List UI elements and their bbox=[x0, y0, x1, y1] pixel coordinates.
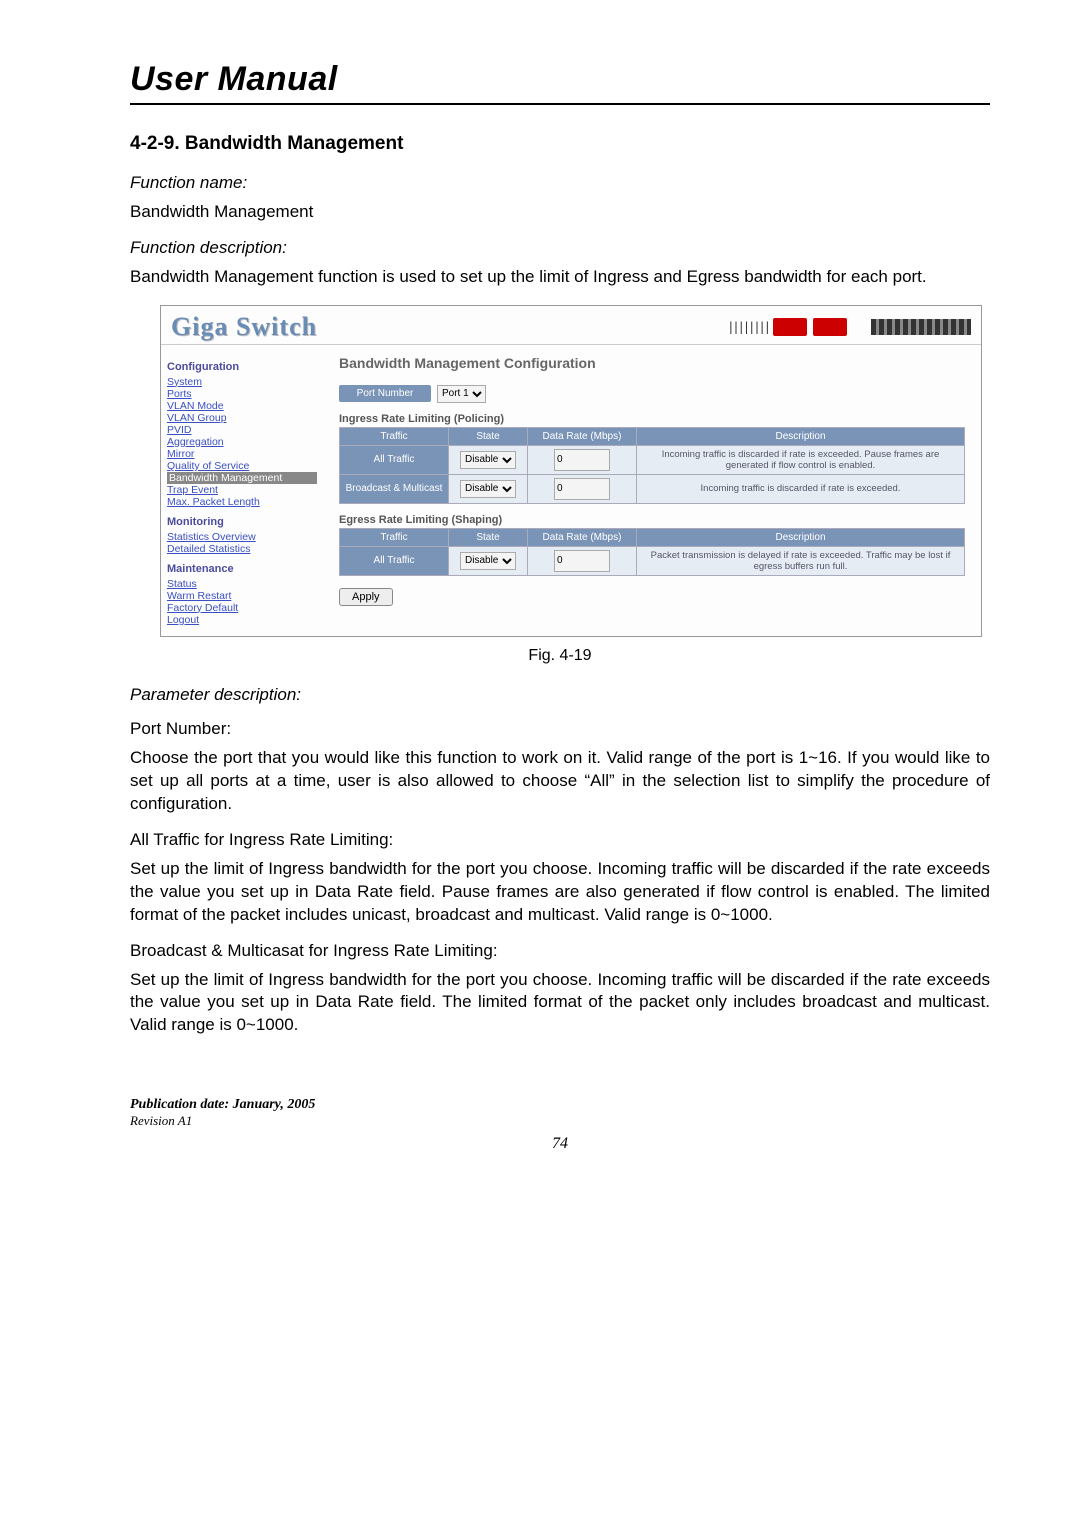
function-name-label: Function name: bbox=[130, 173, 990, 193]
sidebar-item-pvid[interactable]: PVID bbox=[167, 424, 317, 436]
param-port-number-text: Choose the port that you would like this… bbox=[130, 747, 990, 816]
sidebar: Configuration System Ports VLAN Mode VLA… bbox=[161, 345, 323, 636]
function-desc: Bandwidth Management function is used to… bbox=[130, 266, 990, 289]
row-traffic: All Traffic bbox=[340, 546, 449, 575]
row-desc: Packet transmission is delayed if rate i… bbox=[637, 546, 965, 575]
row-desc: Incoming traffic is discarded if rate is… bbox=[637, 445, 965, 474]
param-desc-label: Parameter description: bbox=[130, 685, 990, 705]
th-traffic: Traffic bbox=[340, 528, 449, 546]
apply-button[interactable]: Apply bbox=[339, 588, 393, 606]
param-ingress-all-label: All Traffic for Ingress Rate Limiting: bbox=[130, 830, 990, 850]
sidebar-item-qos[interactable]: Quality of Service bbox=[167, 460, 317, 472]
sidebar-item-stats-overview[interactable]: Statistics Overview bbox=[167, 531, 317, 543]
state-select[interactable]: Disable bbox=[460, 451, 516, 469]
param-ingress-bm-label: Broadcast & Multicasat for Ingress Rate … bbox=[130, 941, 990, 961]
function-desc-label: Function description: bbox=[130, 238, 990, 258]
sidebar-item-stats-detailed[interactable]: Detailed Statistics bbox=[167, 543, 317, 555]
port-number-label: Port Number bbox=[339, 385, 431, 402]
sidebar-head-config: Configuration bbox=[167, 361, 317, 374]
sidebar-item-ports[interactable]: Ports bbox=[167, 388, 317, 400]
sidebar-item-logout[interactable]: Logout bbox=[167, 614, 317, 626]
function-name: Bandwidth Management bbox=[130, 201, 990, 224]
sidebar-item-bandwidth[interactable]: Bandwidth Management bbox=[167, 472, 317, 484]
row-desc: Incoming traffic is discarded if rate is… bbox=[637, 474, 965, 503]
footer-publication: Publication date: January, 2005 bbox=[130, 1097, 990, 1113]
panel-title: Bandwidth Management Configuration bbox=[339, 355, 965, 371]
egress-table: Traffic State Data Rate (Mbps) Descripti… bbox=[339, 528, 965, 576]
table-row: All Traffic Disable Incoming traffic is … bbox=[340, 445, 965, 474]
sidebar-item-factory-default[interactable]: Factory Default bbox=[167, 602, 317, 614]
param-port-number-label: Port Number: bbox=[130, 719, 990, 739]
th-traffic: Traffic bbox=[340, 427, 449, 445]
sidebar-item-mirror[interactable]: Mirror bbox=[167, 448, 317, 460]
th-desc: Description bbox=[637, 427, 965, 445]
state-select[interactable]: Disable bbox=[460, 552, 516, 570]
rate-input[interactable] bbox=[554, 449, 610, 471]
row-traffic: All Traffic bbox=[340, 445, 449, 474]
th-rate: Data Rate (Mbps) bbox=[528, 528, 637, 546]
table-row: Broadcast & Multicast Disable Incoming t… bbox=[340, 474, 965, 503]
param-ingress-all-text: Set up the limit of Ingress bandwidth fo… bbox=[130, 858, 990, 927]
sidebar-item-trap[interactable]: Trap Event bbox=[167, 484, 317, 496]
th-desc: Description bbox=[637, 528, 965, 546]
footer-page-number: 74 bbox=[130, 1135, 990, 1153]
sidebar-item-status[interactable]: Status bbox=[167, 578, 317, 590]
app-logo: Giga Switch bbox=[171, 312, 317, 342]
sidebar-item-vlan-group[interactable]: VLAN Group bbox=[167, 412, 317, 424]
embedded-screenshot: Giga Switch |||||||| Configuration Syste… bbox=[160, 305, 982, 637]
param-ingress-bm-text: Set up the limit of Ingress bandwidth fo… bbox=[130, 969, 990, 1038]
rate-input[interactable] bbox=[554, 478, 610, 500]
th-state: State bbox=[449, 528, 528, 546]
sidebar-item-system[interactable]: System bbox=[167, 376, 317, 388]
device-graphic: |||||||| bbox=[727, 318, 971, 336]
row-traffic: Broadcast & Multicast bbox=[340, 474, 449, 503]
egress-title: Egress Rate Limiting (Shaping) bbox=[339, 514, 965, 526]
sidebar-item-maxpkt[interactable]: Max. Packet Length bbox=[167, 496, 317, 508]
th-rate: Data Rate (Mbps) bbox=[528, 427, 637, 445]
footer-revision: Revision A1 bbox=[130, 1113, 990, 1129]
th-state: State bbox=[449, 427, 528, 445]
sidebar-item-aggregation[interactable]: Aggregation bbox=[167, 436, 317, 448]
sidebar-item-warm-restart[interactable]: Warm Restart bbox=[167, 590, 317, 602]
sidebar-item-vlan-mode[interactable]: VLAN Mode bbox=[167, 400, 317, 412]
section-heading: 4-2-9. Bandwidth Management bbox=[130, 133, 990, 155]
table-row: All Traffic Disable Packet transmission … bbox=[340, 546, 965, 575]
sidebar-head-monitor: Monitoring bbox=[167, 516, 317, 529]
rate-input[interactable] bbox=[554, 550, 610, 572]
ingress-table: Traffic State Data Rate (Mbps) Descripti… bbox=[339, 427, 965, 504]
port-number-select[interactable]: Port 1 bbox=[437, 385, 486, 403]
figure-caption: Fig. 4-19 bbox=[130, 647, 990, 665]
page-title: User Manual bbox=[130, 60, 990, 99]
ingress-title: Ingress Rate Limiting (Policing) bbox=[339, 413, 965, 425]
state-select[interactable]: Disable bbox=[460, 480, 516, 498]
sidebar-head-maint: Maintenance bbox=[167, 563, 317, 576]
header-rule bbox=[130, 103, 990, 105]
